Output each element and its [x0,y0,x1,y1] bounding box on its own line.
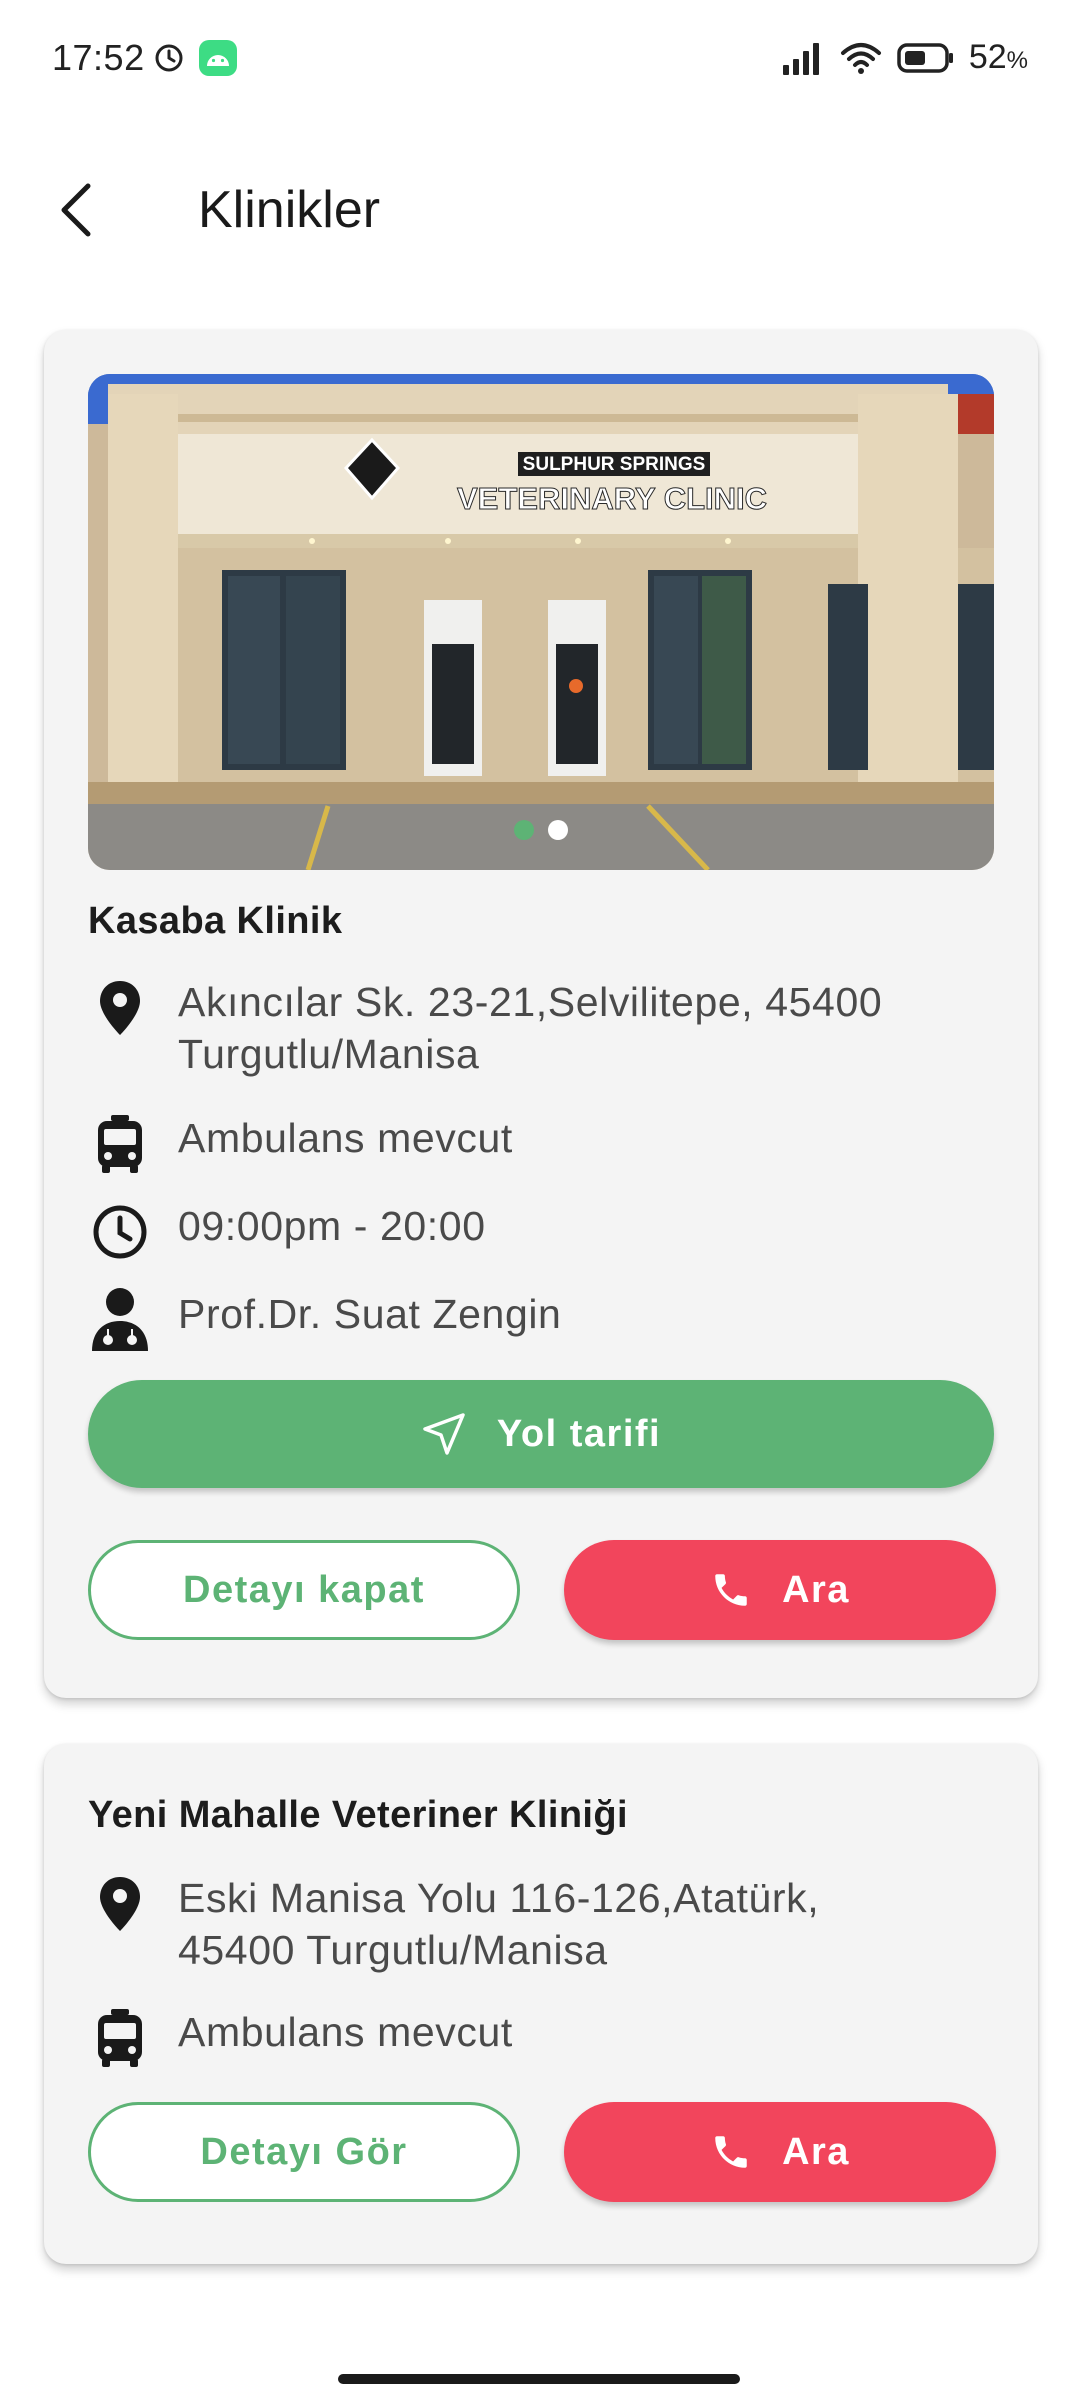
ambulance-row: Ambulans mevcut [88,2006,994,2070]
address-row: Eski Manisa Yolu 116-126,Atatürk, 45400 … [88,1872,994,1976]
call-label: Ara [782,1568,850,1611]
close-detail-button[interactable]: Detayı kapat [88,1540,520,1640]
clinic-card: Yeni Mahalle Veteriner Kliniği Eski Mani… [44,1744,1038,2264]
battery-icon [897,42,953,73]
ambulance-text: Ambulans mevcut [178,1115,513,1161]
hours-text: 09:00pm - 20:00 [178,1203,486,1249]
address-line-1: Eski Manisa Yolu 116-126,Atatürk, [178,1875,820,1921]
sign-line2: VETERINARY CLINIC [457,481,767,516]
doctor-icon [88,1288,152,1352]
address-line-2: 45400 Turgutlu/Manisa [178,1927,608,1973]
navigation-arrow-icon [423,1413,465,1455]
location-pin-icon [88,976,152,1040]
wifi-icon [840,42,881,74]
directions-label: Yol tarifi [496,1412,662,1455]
clinic-image-carousel[interactable]: SULPHUR SPRINGS VETERINARY CLINIC [88,374,994,870]
page-title: Klinikler [198,181,381,239]
address-line-2: Turgutlu/Manisa [178,1031,480,1077]
address-text: Eski Manisa Yolu 116-126,Atatürk, 45400 … [178,1872,819,1976]
clock-icon [88,1200,152,1264]
address-line-1: Akıncılar Sk. 23-21,Selvilitepe, 45400 [178,979,883,1025]
carousel-dot-active[interactable] [514,820,534,840]
status-bar: 17:52 52% [0,0,1080,115]
back-button[interactable] [40,174,112,246]
status-time: 17:52 [52,36,145,78]
call-button[interactable]: Ara [564,2102,996,2202]
view-detail-button[interactable]: Detayı Gör [88,2102,520,2202]
clinic-photo: SULPHUR SPRINGS VETERINARY CLINIC [88,374,994,870]
call-button[interactable]: Ara [564,1540,996,1640]
doctor-row: Prof.Dr. Suat Zengin [88,1288,994,1352]
bus-icon [88,2006,152,2070]
back-arrow-icon [61,183,91,237]
ambulance-row: Ambulans mevcut [88,1112,994,1176]
signal-icon [782,42,819,75]
battery-percent: 52% [968,38,1028,76]
carousel-indicator [88,820,994,840]
phone-icon [715,2136,747,2168]
directions-button[interactable]: Yol tarifi [88,1380,994,1488]
clinic-card: SULPHUR SPRINGS VETERINARY CLINIC Kasaba… [44,330,1038,1698]
sign-line1: SULPHUR SPRINGS [523,454,706,475]
android-icon [198,39,237,76]
alarm-clock-icon [155,44,183,71]
phone-icon [715,1574,747,1606]
ambulance-text: Ambulans mevcut [178,2009,513,2055]
location-pin-icon [88,1872,152,1936]
carousel-dot[interactable] [548,820,568,840]
clinic-name: Yeni Mahalle Veteriner Kliniği [88,1794,628,1836]
close-detail-label: Detayı kapat [183,1568,425,1611]
call-label: Ara [782,2130,850,2173]
hours-row: 09:00pm - 20:00 [88,1200,994,1264]
address-row: Akıncılar Sk. 23-21,Selvilitepe, 45400 T… [88,976,994,1080]
clinic-name: Kasaba Klinik [88,900,343,942]
address-text: Akıncılar Sk. 23-21,Selvilitepe, 45400 T… [178,976,882,1080]
app-bar: Klinikler [0,150,1080,270]
view-detail-label: Detayı Gör [200,2130,408,2173]
bus-icon [88,1112,152,1176]
doctor-text: Prof.Dr. Suat Zengin [178,1291,562,1337]
home-indicator[interactable] [338,2374,740,2384]
